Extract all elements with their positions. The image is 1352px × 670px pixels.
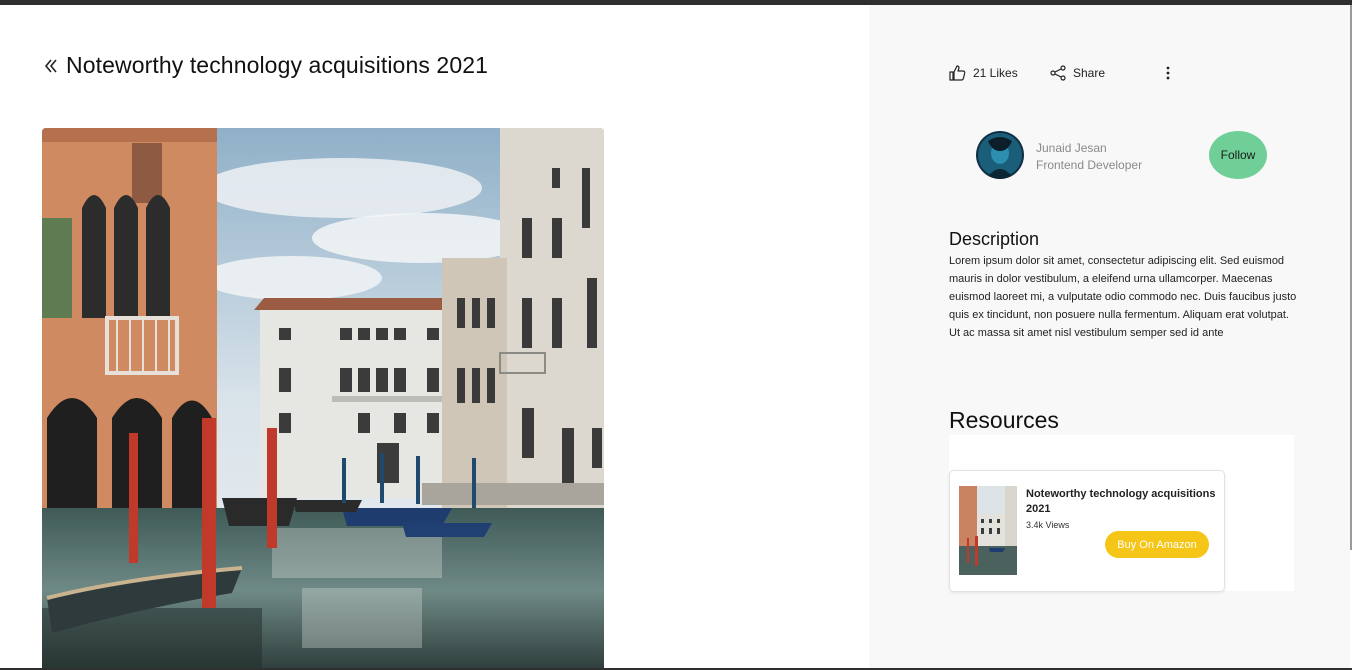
page-title: Noteworthy technology acquisitions 2021 (66, 52, 488, 78)
likes-count: 21 Likes (973, 66, 1018, 80)
buy-on-amazon-button[interactable]: Buy On Amazon (1105, 531, 1209, 558)
kebab-menu-icon (1166, 66, 1170, 80)
follow-button[interactable]: Follow (1209, 131, 1267, 179)
share-label: Share (1073, 66, 1106, 80)
author-role: Frontend Developer (1036, 158, 1143, 172)
avatar-image (976, 131, 1024, 179)
main-content: Noteworthy technology acquisitions 2021 (0, 5, 869, 670)
description-heading: Description (949, 229, 1040, 249)
thumbs-up-icon (949, 65, 966, 81)
resource-title[interactable]: Noteworthy technology acquisitions 2021 (1026, 487, 1216, 517)
resource-card[interactable]: Noteworthy technology acquisitions 2021 … (949, 470, 1225, 592)
avatar[interactable] (976, 131, 1024, 179)
sidebar: 21 Likes Share Junaid Jesan Frontend Dev… (869, 5, 1350, 668)
author-name: Junaid Jesan (1036, 141, 1107, 155)
app-frame: Noteworthy technology acquisitions 2021 (0, 0, 1352, 670)
hero-image (42, 128, 604, 670)
description-text: Lorem ipsum dolor sit amet, consectetur … (949, 255, 1297, 339)
resource-thumbnail (959, 486, 1017, 575)
venice-canal-illustration (42, 128, 604, 670)
share-button[interactable]: Share (1049, 65, 1105, 81)
share-icon (1050, 65, 1066, 81)
resource-views: 3.4k Views (1026, 520, 1070, 530)
more-options-button[interactable] (1164, 65, 1172, 86)
resources-heading: Resources (949, 407, 1059, 433)
resource-thumbnail-image (959, 486, 1017, 575)
double-chevron-left-icon (44, 59, 57, 73)
like-button[interactable]: 21 Likes (949, 65, 1018, 81)
back-button[interactable] (42, 57, 60, 75)
